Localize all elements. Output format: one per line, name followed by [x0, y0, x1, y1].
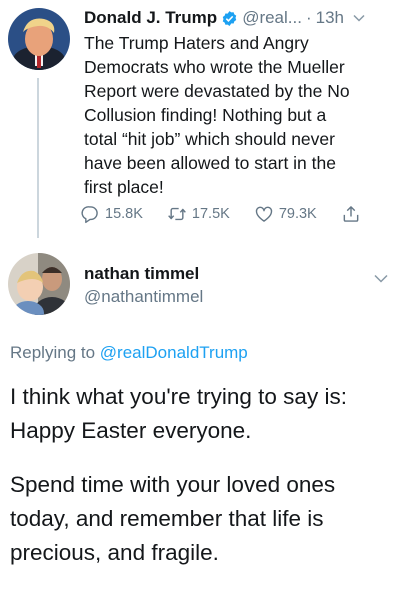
separator-dot: · — [305, 8, 312, 27]
reply-count: 15.8K — [105, 206, 143, 222]
reply-paragraph-1: I think what you're trying to say is: Ha… — [10, 384, 347, 443]
thread-connector-line — [37, 78, 39, 238]
retweet-count: 17.5K — [191, 206, 230, 222]
like-button[interactable]: 79.3K — [254, 204, 317, 224]
reply-author-handle[interactable]: @nathantimmel — [84, 287, 203, 307]
author-handle[interactable]: @real... — [242, 8, 302, 28]
author-name[interactable]: Donald J. Trump — [84, 8, 217, 28]
retweet-button[interactable]: 17.5K — [167, 204, 230, 224]
like-icon — [255, 206, 273, 222]
tweet-header: Donald J. Trump @real... · 13h — [84, 6, 390, 30]
verified-badge-icon — [222, 10, 237, 26]
chevron-down-icon[interactable] — [373, 270, 389, 286]
replying-to-line: Replying to @realDonaldTrump — [10, 343, 248, 363]
author-avatar[interactable] — [8, 8, 70, 70]
tweet-text: The Trump Haters and Angry Democrats who… — [84, 33, 350, 197]
chevron-down-icon[interactable] — [352, 11, 366, 25]
reply-author-avatar[interactable] — [8, 253, 70, 315]
tweet-time[interactable]: 13h — [316, 8, 344, 28]
reply-author-name[interactable]: nathan timmel — [84, 264, 199, 284]
reply-paragraph-2: Spend time with your loved ones today, a… — [10, 472, 336, 565]
share-icon — [343, 206, 359, 222]
reply-icon — [81, 206, 98, 224]
retweet-icon — [168, 207, 186, 221]
reply-button[interactable]: 15.8K — [80, 204, 143, 224]
replying-to-link[interactable]: @realDonaldTrump — [100, 343, 248, 362]
like-count: 79.3K — [278, 206, 317, 222]
tweet-actions: 15.8K 17.5K 79.3K — [80, 202, 380, 226]
replying-to-prefix: Replying to — [10, 343, 96, 362]
share-button[interactable] — [341, 204, 361, 224]
